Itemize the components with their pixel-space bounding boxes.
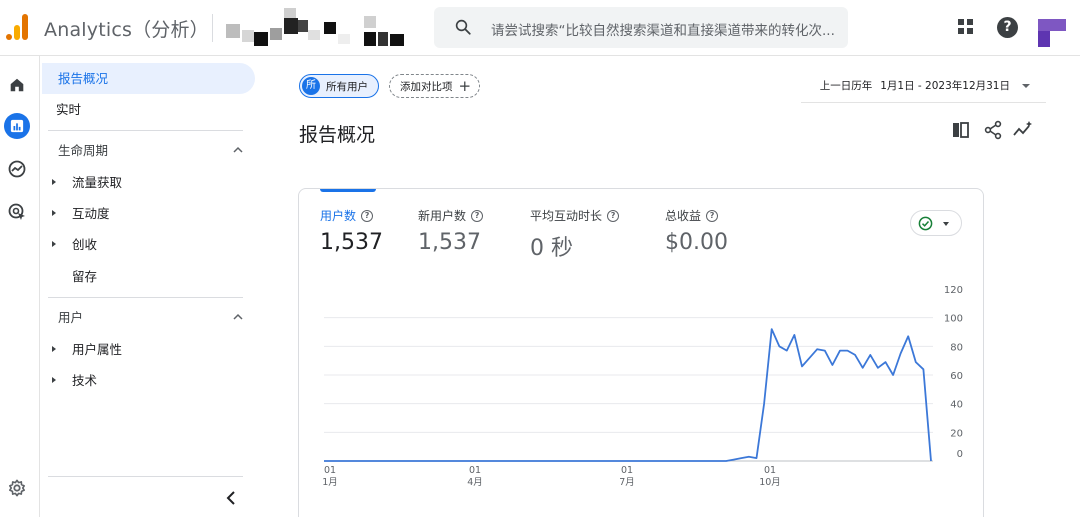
y-tick-label: 80 [950, 342, 963, 353]
date-range-picker[interactable]: 上一日历年 1月1日 - 2023年12月31日 [820, 78, 1030, 93]
all-users-label: 所有用户 [326, 80, 368, 93]
sidebar-item-label: 报告概况 [58, 71, 109, 86]
plus-icon: + [458, 76, 472, 95]
explore-icon[interactable] [4, 156, 30, 182]
y-tick-label: 120 [944, 285, 963, 296]
y-tick-label: 100 [944, 314, 963, 325]
caret-right-icon [52, 346, 56, 352]
left-rail [0, 56, 40, 517]
all-users-badge: 所 [302, 77, 320, 95]
search-input[interactable]: 请尝试搜索“比较自然搜索渠道和直接渠道带来的转化次... [491, 19, 835, 39]
header-divider [212, 14, 213, 42]
advertising-icon[interactable] [4, 199, 30, 225]
sidebar: 报告概况 实时 生命周期 流量获取 互动度 创收 留存 用户 用户属性 技术 [40, 56, 266, 517]
sidebar-item-label: 留存 [72, 269, 98, 284]
caret-right-icon [52, 179, 56, 185]
x-tick-label: 10月 [759, 477, 781, 488]
x-tick-label: 01 [764, 465, 776, 476]
chevron-up-icon [233, 313, 243, 320]
help-icon[interactable]: ? [997, 17, 1018, 38]
sidebar-item-label: 创收 [72, 237, 98, 252]
x-tick-label: 01 [469, 465, 481, 476]
users-line-chart: 120100806040200 011月014月017月0110月 [322, 285, 963, 488]
add-comparison-button[interactable]: 添加对比项 + [389, 74, 481, 98]
sidebar-item-label: 互动度 [72, 206, 110, 221]
overview-card: 用户数? 1,537 新用户数? 1,537 平均互动时长? 0 秒 总收益? … [298, 188, 984, 517]
settings-gear-icon[interactable] [4, 475, 30, 501]
caret-right-icon [52, 210, 56, 216]
sidebar-item-label: 流量获取 [72, 175, 123, 190]
page-title: 报告概况 [299, 124, 376, 146]
x-tick-label: 01 [621, 465, 633, 476]
sidebar-item-label: 实时 [56, 102, 82, 117]
main-content: 所 所有用户 添加对比项 + 上一日历年 1月1日 - 2023年12月31日 … [266, 56, 1080, 517]
x-tick-label: 1月 [322, 477, 338, 488]
y-tick-label: 60 [950, 371, 963, 382]
avatar[interactable] [1038, 19, 1066, 47]
search-bar[interactable]: 请尝试搜索“比较自然搜索渠道和直接渠道带来的转化次... [434, 7, 848, 48]
sidebar-divider [48, 297, 243, 298]
collapse-sidebar-chevron-left-icon[interactable] [222, 488, 242, 508]
section-lifecycle[interactable]: 生命周期 [40, 135, 243, 166]
compare-columns-icon[interactable] [951, 120, 971, 140]
x-tick-label: 7月 [619, 477, 635, 488]
add-comparison-label: 添加对比项 [400, 80, 453, 93]
caret-right-icon [52, 377, 56, 383]
y-tick-label: 40 [950, 400, 963, 411]
app-title: Analytics（分析） [44, 19, 209, 41]
share-icon[interactable] [983, 120, 1003, 140]
apps-grid-icon[interactable] [955, 16, 977, 38]
date-compare-label: 上一日历年 [819, 80, 873, 92]
all-users-chip[interactable]: 所 所有用户 [299, 74, 379, 98]
sidebar-item-label: 用户属性 [72, 342, 123, 357]
section-user[interactable]: 用户 [40, 302, 243, 333]
analytics-logo-icon[interactable] [6, 14, 28, 40]
sidebar-item-label: 技术 [72, 373, 98, 388]
sidebar-item-reports-snapshot[interactable]: 报告概况 [42, 63, 255, 94]
x-tick-label: 4月 [467, 477, 483, 488]
search-icon [455, 19, 471, 35]
y-tick-label: 20 [950, 428, 963, 439]
date-divider [801, 102, 1046, 103]
sidebar-divider [48, 476, 243, 477]
insights-sparkle-icon[interactable] [1013, 120, 1033, 140]
users-series-line [324, 328, 932, 462]
dropdown-arrow-icon [1022, 83, 1030, 88]
reports-icon[interactable] [4, 113, 30, 139]
section-title: 用户 [58, 310, 84, 325]
chevron-up-icon [233, 146, 243, 153]
account-selector[interactable] [226, 6, 416, 50]
x-tick-label: 01 [324, 465, 336, 476]
sidebar-divider [48, 130, 243, 131]
home-icon[interactable] [4, 72, 30, 98]
y-tick-label: 0 [957, 449, 963, 460]
caret-right-icon [52, 241, 56, 247]
date-range-value: 1月1日 - 2023年12月31日 [880, 80, 1010, 92]
top-bar: Analytics（分析） 请尝试搜索“比较自然搜索渠道和直接渠道带来的转化次.… [0, 0, 1080, 56]
section-title: 生命周期 [58, 143, 109, 158]
